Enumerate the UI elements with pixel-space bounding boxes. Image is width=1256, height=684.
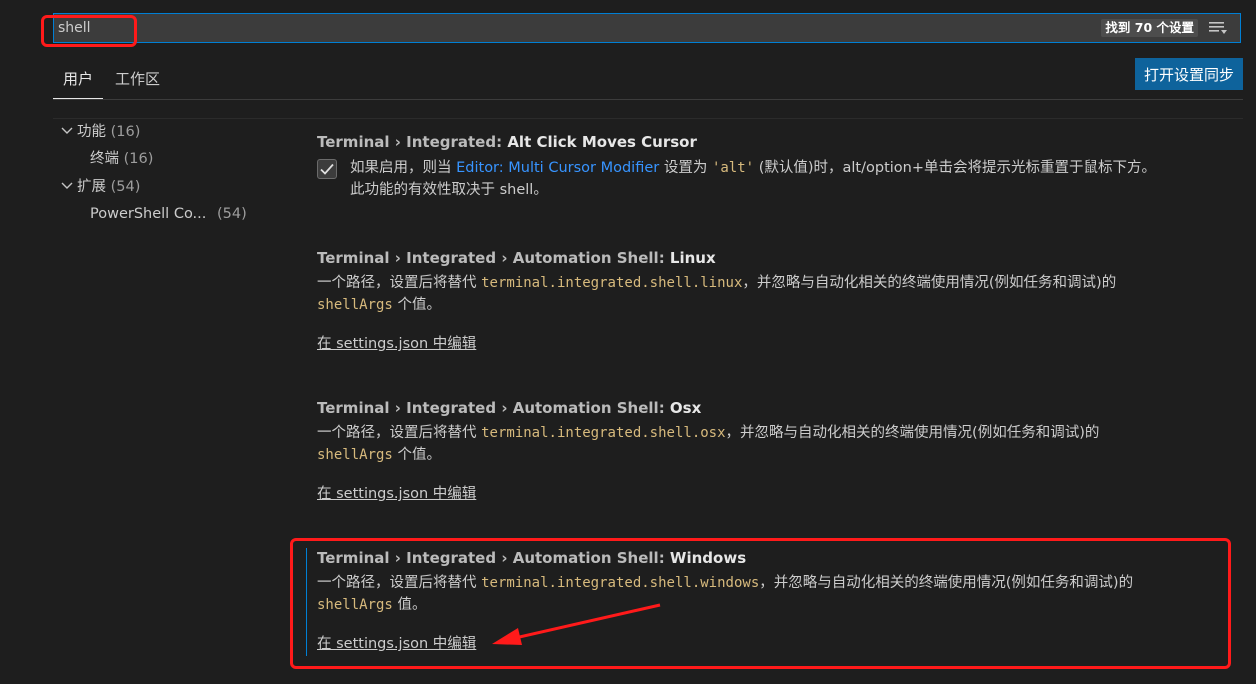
toc-item-label: PowerShell Co... [90,206,207,222]
setting-automation-shell-osx: Terminal › Integrated › Automation Shell… [317,397,1227,503]
setting-title: Terminal › Integrated › Automation Shell… [317,397,1227,419]
setting-title: Terminal › Integrated › Automation Shell… [317,247,1227,269]
header-divider [53,118,1243,119]
annotation-highlight-setting [290,538,1231,669]
setting-description: 如果启用，则当 Editor: Multi Cursor Modifier 设置… [350,157,1227,201]
edit-in-settings-json-link[interactable]: 在 settings.json 中编辑 [317,482,476,503]
search-bar[interactable]: 找到 70 个设置 [53,13,1241,43]
desc-code: shellArgs [317,297,393,313]
chevron-down-icon [61,120,77,144]
toc-item-extensions[interactable]: 扩展 (54) [61,175,140,199]
tab-workspace[interactable]: 工作区 [115,62,160,98]
setting-title: Terminal › Integrated: Alt Click Moves C… [317,131,1227,153]
toc-item-label: 功能 [77,124,106,140]
settings-scope-tabs: 用户 工作区 [53,62,1243,100]
toc-item-label: 终端 [90,151,119,167]
annotation-highlight-search [41,15,137,47]
desc-text: 设置为 [659,160,712,176]
desc-text: 个值。 [392,447,441,463]
desc-code: terminal.integrated.shell.osx [481,425,726,441]
setting-category: Terminal › Integrated › Automation Shell… [317,399,670,417]
toc-item-label: 扩展 [77,179,106,195]
toc-item-features[interactable]: 功能 (16) [61,120,140,144]
result-count-badge: 找到 70 个设置 [1101,19,1198,37]
desc-text: ，并忽略与自动化相关的终端使用情况(例如任务和调试)的 [725,425,1100,441]
desc-text: 个值。 [392,297,441,313]
setting-checkbox[interactable] [317,159,337,179]
desc-text: ，并忽略与自动化相关的终端使用情况(例如任务和调试)的 [742,275,1117,291]
setting-description: 一个路径，设置后将替代 terminal.integrated.shell.li… [317,272,1227,316]
setting-category: Terminal › Integrated › Automation Shell… [317,249,670,267]
setting-description: 一个路径，设置后将替代 terminal.integrated.shell.os… [317,422,1227,466]
chevron-down-icon [61,175,77,199]
desc-code: 'alt' [711,160,755,176]
desc-text: 一个路径，设置后将替代 [317,275,482,291]
desc-text: (默认值)时，alt/option+单击会将提示光标重置于鼠标下方。 [754,160,1156,176]
desc-code: terminal.integrated.shell.linux [481,275,743,291]
toc-item-count: (16) [123,151,154,167]
toc-item-terminal[interactable]: 终端 (16) [90,147,153,171]
setting-name: Osx [669,399,702,417]
setting-automation-shell-linux: Terminal › Integrated › Automation Shell… [317,247,1227,353]
desc-text: 一个路径，设置后将替代 [317,425,482,441]
desc-text: 如果启用，则当 [350,160,457,176]
setting-name: Alt Click Moves Cursor [507,133,697,151]
turn-on-settings-sync-button[interactable]: 打开设置同步 [1135,58,1243,90]
tab-user[interactable]: 用户 [53,62,103,99]
search-input[interactable] [58,14,1058,42]
annotation-arrow-icon [492,603,661,645]
setting-category: Terminal › Integrated: [317,133,508,151]
settings-editor: 找到 70 个设置 用户 工作区 打开设置同步 功能 (16) 终端 (16) [0,0,1256,684]
setting-alt-click-moves-cursor: Terminal › Integrated: Alt Click Moves C… [317,131,1227,201]
toc-item-powershell[interactable]: PowerShell Co... (54) [90,202,247,226]
edit-in-settings-json-link[interactable]: 在 settings.json 中编辑 [317,332,476,353]
list-filter-icon[interactable] [1208,21,1228,35]
setting-name: Linux [669,249,716,267]
desc-text: 此功能的有效性取决于 shell。 [350,182,548,198]
setting-link[interactable]: Editor: Multi Cursor Modifier [456,160,659,176]
toc-item-count: (54) [110,179,141,195]
toc-item-count: (54) [217,206,247,222]
check-icon [320,163,334,175]
desc-code: shellArgs [317,447,393,463]
toc-item-count: (16) [110,124,141,140]
